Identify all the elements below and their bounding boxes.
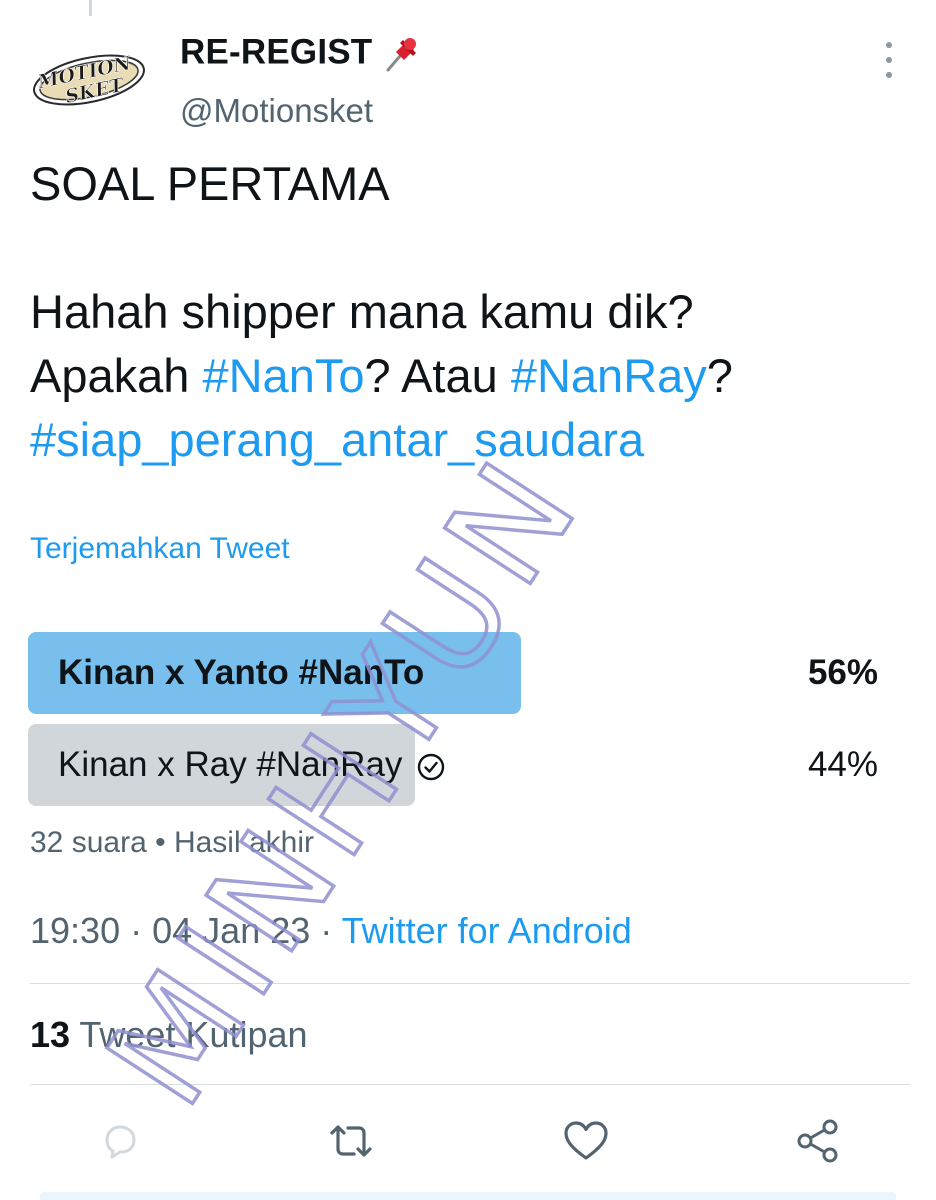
voted-check-icon [418,753,445,780]
more-options-icon[interactable] [874,42,904,78]
retweet-icon [330,1125,372,1157]
poll-option-1-label: Kinan x Yanto #NanTo [58,653,425,692]
tweet-date[interactable]: 04 Jan 23 [152,910,310,951]
tweet-text-line3-mid: ? Atau [364,349,511,402]
reply-icon [105,1125,136,1159]
tweet-text-line1: SOAL PERTAMA [30,157,390,210]
share-button[interactable] [793,1116,843,1166]
tweet-text-line2: Hahah shipper mana kamu dik? [30,285,694,338]
hashtag-siap-perang-link[interactable]: #siap_perang_antar_saudara [30,413,644,466]
poll-option-2-label: Kinan x Ray #NanRay [58,745,403,784]
poll-option-2: Kinan x Ray #NanRay 44% [28,724,908,806]
hashtag-nanray-link[interactable]: #NanRay [511,349,707,402]
poll-meta: 32 suara • Hasil akhir [30,826,314,860]
reply-button[interactable] [95,1116,145,1166]
divider [30,1084,910,1085]
poll-option-1: Kinan x Yanto #NanTo 56% [28,632,908,714]
tweet-source-link[interactable]: Twitter for Android [342,910,632,951]
user-handle[interactable]: @Motionsket [180,92,373,130]
poll-status: Hasil akhir [173,826,314,859]
poll-meta-separator: • [155,826,166,859]
like-button[interactable] [561,1116,611,1166]
display-name-text: RE-REGIST [180,32,373,72]
retweet-button[interactable] [326,1116,376,1166]
hashtag-nanto-link[interactable]: #NanTo [202,349,364,402]
poll-option-1-percent: 56% [807,653,878,692]
display-name[interactable]: RE-REGIST [180,32,424,76]
like-icon [564,1121,608,1160]
translate-tweet-link[interactable]: Terjemahkan Tweet [30,532,290,566]
reply-composer-strip[interactable] [40,1192,896,1200]
tweet-timestamp: 19:30 · 04 Jan 23 · Twitter for Android [30,910,632,952]
timestamp-dot-2: · [320,910,333,951]
quote-count: 13 [30,1014,71,1055]
poll-option-2-label-wrap: Kinan x Ray #NanRay [58,724,446,806]
share-icon [797,1119,838,1163]
tweet-text: SOAL PERTAMA Hahah shipper mana kamu dik… [30,152,910,472]
quote-tweets-link[interactable]: 13 Tweet Kutipan [30,1014,308,1056]
poll-option-2-percent: 44% [807,745,878,784]
divider [30,983,910,984]
avatar[interactable]: MOTION SKET [30,40,148,120]
tweet-text-line3-post: ? [706,349,733,402]
motionsket-logo: MOTION SKET [33,52,145,108]
tweet-time[interactable]: 19:30 [30,910,120,951]
quote-label: Tweet Kutipan [79,1014,308,1055]
timestamp-dot-1: · [130,910,143,951]
tweet-text-line3-pre: Apakah [30,349,203,402]
thread-connector-line [89,0,92,16]
poll-vote-count: 32 suara [30,826,147,859]
pushpin-icon [386,38,417,72]
